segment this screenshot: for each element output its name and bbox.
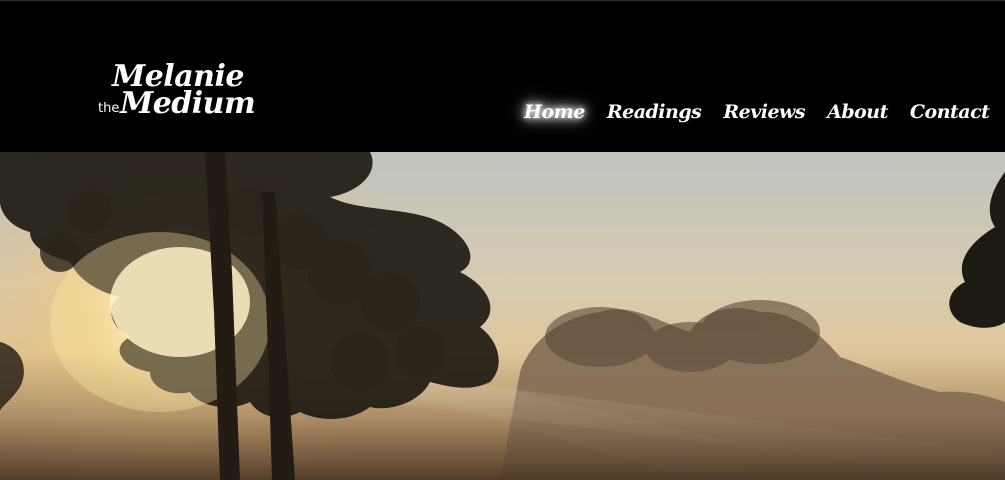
nav-item-reviews[interactable]: Reviews <box>723 97 805 127</box>
nav-item-readings[interactable]: Readings <box>607 97 702 127</box>
logo-the: the <box>98 101 120 116</box>
main-nav: Home Readings Reviews About Contact <box>524 97 990 127</box>
nav-item-contact[interactable]: Contact <box>910 97 990 127</box>
site-header: Melanie the Medium Home Readings Reviews… <box>0 0 1005 152</box>
nav-item-home[interactable]: Home <box>524 97 585 127</box>
logo-name-second: Medium <box>120 86 256 121</box>
site-logo[interactable]: Melanie the Medium <box>98 59 256 129</box>
page: Melanie the Medium Home Readings Reviews… <box>0 0 1005 480</box>
forest-sunrise-illustration <box>0 152 1005 480</box>
hero-image <box>0 152 1005 480</box>
nav-item-about[interactable]: About <box>827 97 888 127</box>
